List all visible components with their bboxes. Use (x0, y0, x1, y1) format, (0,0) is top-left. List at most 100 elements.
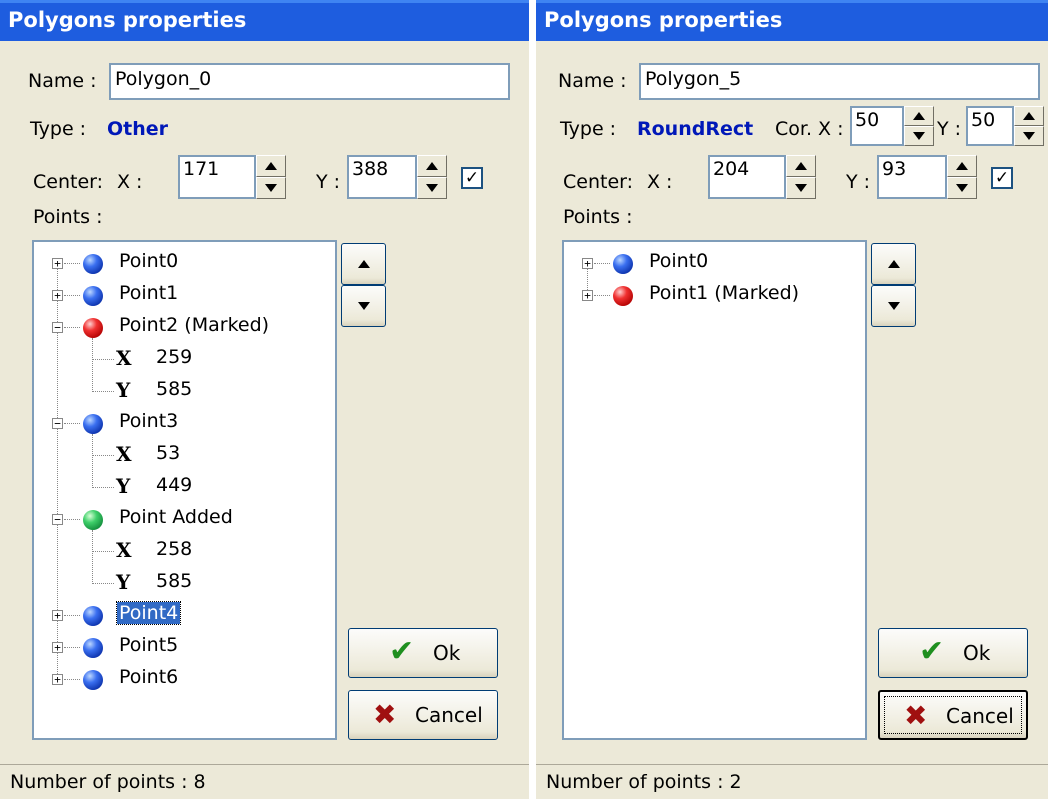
checkmark-icon: ✓ (994, 168, 1010, 188)
expand-icon[interactable]: + (52, 258, 63, 269)
expand-icon[interactable]: + (52, 290, 63, 301)
ok-label: Ok (433, 641, 461, 665)
blue-point-icon (83, 606, 103, 626)
y-coord-icon: Y (116, 474, 131, 498)
corner-y-spinner[interactable]: 50 (966, 106, 1044, 146)
node-label: Point0 (649, 250, 709, 272)
node-label: Point0 (119, 250, 179, 272)
tree-child[interactable]: Y 585 (34, 376, 334, 408)
tree-child[interactable]: X 53 (34, 440, 334, 472)
tree-child[interactable]: X 258 (34, 536, 334, 568)
tree-child[interactable]: Y 585 (34, 568, 334, 600)
spin-down-button[interactable] (256, 177, 286, 199)
node-label: Point1 (Marked) (649, 282, 800, 304)
expand-icon[interactable]: + (582, 258, 593, 269)
visible-checkbox[interactable]: ✓ (991, 167, 1013, 189)
spin-up-button[interactable] (1014, 106, 1044, 126)
spin-down-button[interactable] (1014, 126, 1044, 146)
tree-node[interactable]: + Point6 (34, 664, 334, 696)
tree-node[interactable]: − Point3 (34, 408, 334, 440)
center-y-spinner[interactable]: 93 (877, 155, 977, 199)
tree-node[interactable]: + Point0 (34, 248, 334, 280)
cancel-button[interactable]: ✖ Cancel (878, 690, 1028, 740)
type-label: Type : (560, 118, 617, 140)
blue-point-icon (83, 286, 103, 306)
center-y-input[interactable]: 388 (347, 155, 417, 199)
tree-node[interactable]: + Point1 (Marked) (564, 280, 864, 312)
points-label: Points : (563, 206, 633, 228)
move-down-button[interactable] (871, 285, 916, 327)
x-coord-value: 53 (156, 442, 181, 464)
tree-node[interactable]: − Point Added (34, 504, 334, 536)
expand-icon[interactable]: + (52, 642, 63, 653)
spin-down-button[interactable] (904, 126, 934, 146)
tree-connector (64, 423, 80, 424)
tree-node[interactable]: − Point2 (Marked) (34, 312, 334, 344)
tree-child[interactable]: Y 449 (34, 472, 334, 504)
visible-checkbox[interactable]: ✓ (461, 167, 483, 189)
type-label: Type : (30, 118, 87, 140)
node-label: Point1 (119, 282, 179, 304)
tree-node[interactable]: + Point1 (34, 280, 334, 312)
window-title: Polygons properties (8, 8, 247, 32)
expand-icon[interactable]: + (52, 674, 63, 685)
x-coord-icon: X (116, 538, 132, 562)
center-x-spinner[interactable]: 171 (178, 155, 286, 199)
collapse-icon[interactable]: − (52, 418, 63, 429)
spin-down-button[interactable] (947, 177, 977, 199)
title-bar[interactable]: Polygons properties (0, 0, 529, 41)
name-label: Name : (28, 70, 97, 92)
tree-node[interactable]: + Point0 (564, 248, 864, 280)
move-down-button[interactable] (341, 285, 386, 327)
move-up-button[interactable] (871, 243, 916, 285)
spin-down-button[interactable] (417, 177, 447, 199)
arrow-up-icon (956, 162, 968, 170)
arrow-up-icon (426, 162, 438, 170)
spin-up-button[interactable] (417, 155, 447, 177)
points-tree[interactable]: + Point0 + Point1 (Marked) (562, 240, 867, 740)
corner-x-spinner[interactable]: 50 (850, 106, 934, 146)
x-coord-value: 259 (156, 346, 193, 368)
arrow-down-icon (265, 184, 277, 192)
arrow-down-icon (887, 302, 900, 310)
node-label: Point2 (Marked) (119, 314, 270, 336)
spin-up-button[interactable] (904, 106, 934, 126)
spin-up-button[interactable] (786, 155, 816, 177)
corner-y-input[interactable]: 50 (966, 106, 1014, 146)
arrow-down-icon (1023, 132, 1035, 140)
ok-button[interactable]: ✔ Ok (348, 628, 498, 678)
title-bar[interactable]: Polygons properties (536, 0, 1048, 41)
tree-connector (594, 295, 610, 296)
node-label: Point5 (119, 634, 179, 656)
tree-connector (64, 295, 80, 296)
points-tree[interactable]: + Point0 + Point1 − Point2 (Marked) X 25… (32, 240, 337, 740)
center-x-input[interactable]: 171 (178, 155, 256, 199)
collapse-icon[interactable]: − (52, 514, 63, 525)
x-coord-icon: X (116, 346, 132, 370)
center-y-spinner[interactable]: 388 (347, 155, 447, 199)
ok-button[interactable]: ✔ Ok (878, 628, 1028, 678)
collapse-icon[interactable]: − (52, 322, 63, 333)
tree-connector (92, 583, 114, 584)
cancel-button[interactable]: ✖ Cancel (348, 690, 498, 740)
cross-icon: ✖ (904, 699, 928, 732)
checkmark-icon: ✔ (389, 634, 415, 669)
center-x-spinner[interactable]: 204 (708, 155, 816, 199)
center-x-input[interactable]: 204 (708, 155, 786, 199)
tree-node[interactable]: + Point4 (34, 600, 334, 632)
center-y-label: Y : (316, 171, 341, 193)
point-count: Number of points : 8 (10, 771, 206, 793)
spin-up-button[interactable] (947, 155, 977, 177)
spin-down-button[interactable] (786, 177, 816, 199)
name-input[interactable]: Polygon_5 (639, 63, 1040, 100)
tree-child[interactable]: X 259 (34, 344, 334, 376)
tree-connector (92, 359, 114, 360)
name-input[interactable]: Polygon_0 (109, 63, 510, 100)
move-up-button[interactable] (341, 243, 386, 285)
tree-node[interactable]: + Point5 (34, 632, 334, 664)
expand-icon[interactable]: + (582, 290, 593, 301)
center-y-input[interactable]: 93 (877, 155, 947, 199)
corner-x-input[interactable]: 50 (850, 106, 904, 146)
spin-up-button[interactable] (256, 155, 286, 177)
expand-icon[interactable]: + (52, 610, 63, 621)
